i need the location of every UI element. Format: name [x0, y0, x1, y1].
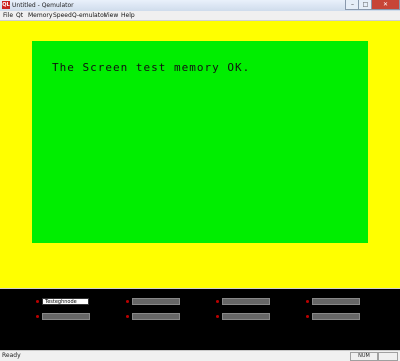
slot-field-3[interactable]	[222, 298, 270, 305]
indicator-dot-icon	[126, 300, 129, 303]
slot-field-6[interactable]	[132, 313, 180, 320]
menu-qt[interactable]: Qt	[16, 11, 23, 20]
emulator-screen[interactable]: The Screen test memory OK.	[32, 41, 368, 243]
slot-field-7[interactable]	[222, 313, 270, 320]
screen-message: The Screen test memory OK.	[52, 61, 251, 74]
app-icon: QL	[2, 1, 10, 9]
close-button[interactable]: ✕	[371, 0, 400, 10]
indicator-dot-icon	[306, 315, 309, 318]
menu-help[interactable]: Help	[121, 11, 135, 20]
menu-view[interactable]: View	[104, 11, 118, 20]
menu-memory[interactable]: Memory	[28, 11, 52, 20]
indicator-dot-icon	[216, 300, 219, 303]
menu-q-emulator[interactable]: Q-emulator	[72, 11, 106, 20]
indicator-dot-icon	[306, 300, 309, 303]
window-title: Untitled - Qemulator	[12, 2, 74, 9]
menu-file[interactable]: File	[3, 11, 13, 20]
slot-field-1[interactable]: Testeghnode	[42, 298, 89, 305]
status-bar: Ready NUM	[0, 350, 400, 361]
control-panel: Testeghnode	[0, 289, 400, 350]
indicator-dot-icon	[36, 300, 39, 303]
slot-field-2[interactable]	[132, 298, 180, 305]
indicator-dot-icon	[36, 315, 39, 318]
slot-field-8[interactable]	[312, 313, 360, 320]
menu-speed[interactable]: Speed	[53, 11, 72, 20]
indicator-dot-icon	[216, 315, 219, 318]
slot-field-5[interactable]	[42, 313, 90, 320]
menu-bar: File Qt Memory Speed Q-emulator View Hel…	[0, 11, 400, 21]
indicator-dot-icon	[126, 315, 129, 318]
emulator-display-border: The Screen test memory OK.	[0, 21, 400, 288]
slot-field-4[interactable]	[312, 298, 360, 305]
